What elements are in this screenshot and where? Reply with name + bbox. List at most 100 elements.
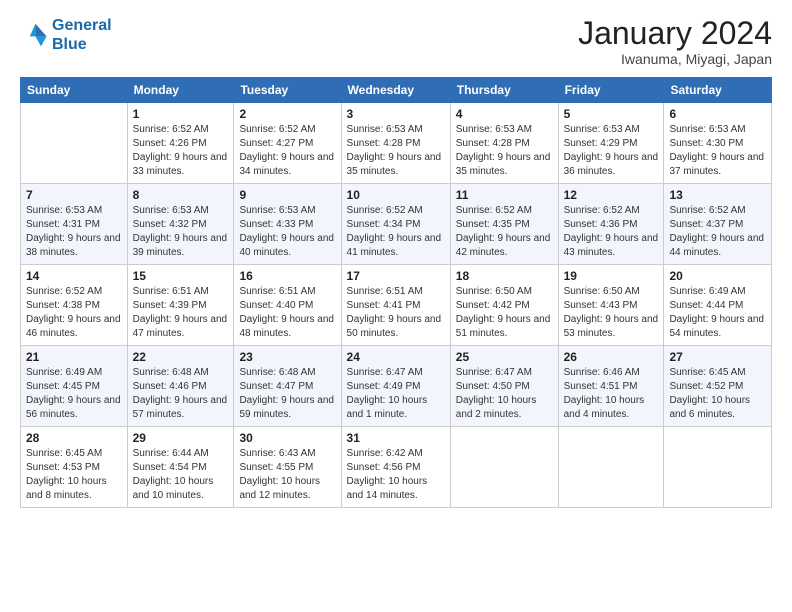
table-row: 15 Sunrise: 6:51 AMSunset: 4:39 PMDaylig… — [127, 265, 234, 346]
table-row: 23 Sunrise: 6:48 AMSunset: 4:47 PMDaylig… — [234, 346, 341, 427]
day-number: 5 — [564, 107, 659, 121]
table-row: 25 Sunrise: 6:47 AMSunset: 4:50 PMDaylig… — [450, 346, 558, 427]
day-number: 28 — [26, 431, 122, 445]
table-row: 13 Sunrise: 6:52 AMSunset: 4:37 PMDaylig… — [664, 184, 772, 265]
day-info: Sunrise: 6:52 AMSunset: 4:26 PMDaylight:… — [133, 123, 229, 179]
header: General Blue January 2024 Iwanuma, Miyag… — [20, 16, 772, 67]
day-number: 1 — [133, 107, 229, 121]
day-number: 27 — [669, 350, 766, 364]
table-row: 20 Sunrise: 6:49 AMSunset: 4:44 PMDaylig… — [664, 265, 772, 346]
day-info: Sunrise: 6:45 AMSunset: 4:53 PMDaylight:… — [26, 447, 122, 503]
table-row: 6 Sunrise: 6:53 AMSunset: 4:30 PMDayligh… — [664, 103, 772, 184]
day-number: 26 — [564, 350, 659, 364]
calendar-week-1: 1 Sunrise: 6:52 AMSunset: 4:26 PMDayligh… — [21, 103, 772, 184]
day-number: 24 — [347, 350, 445, 364]
logo-text: General Blue — [52, 16, 112, 54]
day-info: Sunrise: 6:51 AMSunset: 4:41 PMDaylight:… — [347, 285, 445, 341]
day-number: 3 — [347, 107, 445, 121]
day-number: 16 — [239, 269, 335, 283]
table-row: 31 Sunrise: 6:42 AMSunset: 4:56 PMDaylig… — [341, 427, 450, 508]
logo-icon — [20, 21, 48, 49]
day-info: Sunrise: 6:52 AMSunset: 4:36 PMDaylight:… — [564, 204, 659, 260]
day-info: Sunrise: 6:53 AMSunset: 4:32 PMDaylight:… — [133, 204, 229, 260]
day-info: Sunrise: 6:45 AMSunset: 4:52 PMDaylight:… — [669, 366, 766, 422]
table-row: 22 Sunrise: 6:48 AMSunset: 4:46 PMDaylig… — [127, 346, 234, 427]
logo-line2: Blue — [52, 36, 87, 53]
day-number: 19 — [564, 269, 659, 283]
day-info: Sunrise: 6:53 AMSunset: 4:33 PMDaylight:… — [239, 204, 335, 260]
day-info: Sunrise: 6:52 AMSunset: 4:37 PMDaylight:… — [669, 204, 766, 260]
month-title: January 2024 — [578, 16, 772, 51]
col-thursday: Thursday — [450, 78, 558, 103]
day-info: Sunrise: 6:53 AMSunset: 4:28 PMDaylight:… — [456, 123, 553, 179]
day-info: Sunrise: 6:52 AMSunset: 4:35 PMDaylight:… — [456, 204, 553, 260]
logo: General Blue — [20, 16, 112, 54]
day-number: 22 — [133, 350, 229, 364]
table-row: 30 Sunrise: 6:43 AMSunset: 4:55 PMDaylig… — [234, 427, 341, 508]
day-number: 10 — [347, 188, 445, 202]
day-info: Sunrise: 6:44 AMSunset: 4:54 PMDaylight:… — [133, 447, 229, 503]
day-info: Sunrise: 6:47 AMSunset: 4:50 PMDaylight:… — [456, 366, 553, 422]
calendar-table: Sunday Monday Tuesday Wednesday Thursday… — [20, 77, 772, 508]
table-row: 29 Sunrise: 6:44 AMSunset: 4:54 PMDaylig… — [127, 427, 234, 508]
day-number: 13 — [669, 188, 766, 202]
table-row: 26 Sunrise: 6:46 AMSunset: 4:51 PMDaylig… — [558, 346, 664, 427]
day-number: 31 — [347, 431, 445, 445]
logo-line1: General — [52, 17, 112, 34]
day-number: 11 — [456, 188, 553, 202]
col-sunday: Sunday — [21, 78, 128, 103]
day-number: 30 — [239, 431, 335, 445]
day-number: 8 — [133, 188, 229, 202]
table-row: 4 Sunrise: 6:53 AMSunset: 4:28 PMDayligh… — [450, 103, 558, 184]
table-row — [21, 103, 128, 184]
table-row: 28 Sunrise: 6:45 AMSunset: 4:53 PMDaylig… — [21, 427, 128, 508]
table-row: 7 Sunrise: 6:53 AMSunset: 4:31 PMDayligh… — [21, 184, 128, 265]
day-info: Sunrise: 6:50 AMSunset: 4:42 PMDaylight:… — [456, 285, 553, 341]
table-row: 19 Sunrise: 6:50 AMSunset: 4:43 PMDaylig… — [558, 265, 664, 346]
table-row: 14 Sunrise: 6:52 AMSunset: 4:38 PMDaylig… — [21, 265, 128, 346]
day-number: 7 — [26, 188, 122, 202]
day-info: Sunrise: 6:43 AMSunset: 4:55 PMDaylight:… — [239, 447, 335, 503]
table-row: 1 Sunrise: 6:52 AMSunset: 4:26 PMDayligh… — [127, 103, 234, 184]
table-row — [558, 427, 664, 508]
day-info: Sunrise: 6:48 AMSunset: 4:47 PMDaylight:… — [239, 366, 335, 422]
col-saturday: Saturday — [664, 78, 772, 103]
day-info: Sunrise: 6:53 AMSunset: 4:30 PMDaylight:… — [669, 123, 766, 179]
day-info: Sunrise: 6:51 AMSunset: 4:39 PMDaylight:… — [133, 285, 229, 341]
day-info: Sunrise: 6:53 AMSunset: 4:29 PMDaylight:… — [564, 123, 659, 179]
table-row: 11 Sunrise: 6:52 AMSunset: 4:35 PMDaylig… — [450, 184, 558, 265]
col-tuesday: Tuesday — [234, 78, 341, 103]
day-number: 25 — [456, 350, 553, 364]
col-friday: Friday — [558, 78, 664, 103]
title-block: January 2024 Iwanuma, Miyagi, Japan — [578, 16, 772, 67]
calendar-week-2: 7 Sunrise: 6:53 AMSunset: 4:31 PMDayligh… — [21, 184, 772, 265]
day-number: 15 — [133, 269, 229, 283]
day-info: Sunrise: 6:42 AMSunset: 4:56 PMDaylight:… — [347, 447, 445, 503]
day-info: Sunrise: 6:52 AMSunset: 4:38 PMDaylight:… — [26, 285, 122, 341]
day-info: Sunrise: 6:50 AMSunset: 4:43 PMDaylight:… — [564, 285, 659, 341]
day-number: 12 — [564, 188, 659, 202]
day-number: 14 — [26, 269, 122, 283]
day-number: 23 — [239, 350, 335, 364]
day-number: 6 — [669, 107, 766, 121]
day-info: Sunrise: 6:51 AMSunset: 4:40 PMDaylight:… — [239, 285, 335, 341]
day-number: 2 — [239, 107, 335, 121]
table-row: 5 Sunrise: 6:53 AMSunset: 4:29 PMDayligh… — [558, 103, 664, 184]
table-row: 21 Sunrise: 6:49 AMSunset: 4:45 PMDaylig… — [21, 346, 128, 427]
day-info: Sunrise: 6:52 AMSunset: 4:27 PMDaylight:… — [239, 123, 335, 179]
table-row: 8 Sunrise: 6:53 AMSunset: 4:32 PMDayligh… — [127, 184, 234, 265]
table-row: 16 Sunrise: 6:51 AMSunset: 4:40 PMDaylig… — [234, 265, 341, 346]
day-number: 17 — [347, 269, 445, 283]
table-row: 9 Sunrise: 6:53 AMSunset: 4:33 PMDayligh… — [234, 184, 341, 265]
day-info: Sunrise: 6:49 AMSunset: 4:45 PMDaylight:… — [26, 366, 122, 422]
day-number: 29 — [133, 431, 229, 445]
table-row: 12 Sunrise: 6:52 AMSunset: 4:36 PMDaylig… — [558, 184, 664, 265]
calendar-week-5: 28 Sunrise: 6:45 AMSunset: 4:53 PMDaylig… — [21, 427, 772, 508]
day-info: Sunrise: 6:53 AMSunset: 4:28 PMDaylight:… — [347, 123, 445, 179]
day-number: 9 — [239, 188, 335, 202]
col-wednesday: Wednesday — [341, 78, 450, 103]
day-info: Sunrise: 6:47 AMSunset: 4:49 PMDaylight:… — [347, 366, 445, 422]
table-row — [664, 427, 772, 508]
table-row — [450, 427, 558, 508]
day-info: Sunrise: 6:46 AMSunset: 4:51 PMDaylight:… — [564, 366, 659, 422]
